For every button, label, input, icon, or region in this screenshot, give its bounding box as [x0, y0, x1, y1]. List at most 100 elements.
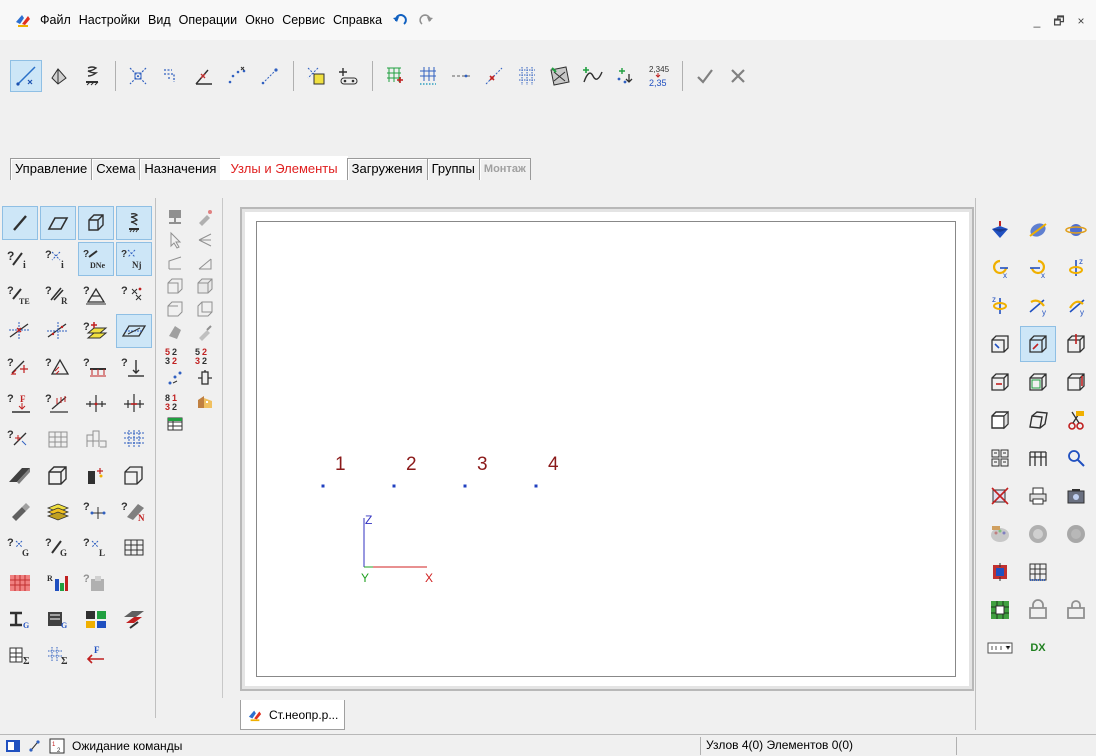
column-load-icon[interactable]	[78, 458, 114, 492]
spring-element-icon[interactable]	[116, 206, 152, 240]
frame-view-icon[interactable]	[1020, 440, 1056, 476]
dotted-grid-icon[interactable]	[116, 422, 152, 456]
no-selection-icon[interactable]	[982, 478, 1018, 514]
scale-selector-icon[interactable]	[982, 630, 1018, 666]
fragment-icon[interactable]	[982, 554, 1018, 590]
view-back-icon[interactable]	[1058, 364, 1094, 400]
view-rotated-icon[interactable]	[1020, 402, 1056, 438]
rotate-3d-icon[interactable]	[1020, 212, 1056, 248]
menu-service[interactable]: Сервис	[278, 10, 329, 30]
triangle-outline-2-icon[interactable]	[161, 252, 189, 274]
tab-groups[interactable]: Группы	[426, 158, 480, 180]
query-bar-i-icon[interactable]: ? i	[2, 242, 38, 276]
select-node-icon[interactable]	[300, 60, 332, 92]
table-icon[interactable]	[161, 413, 189, 435]
divide-line-icon[interactable]	[188, 60, 220, 92]
layer-stack-icon[interactable]	[40, 494, 76, 528]
menu-window[interactable]: Окно	[241, 10, 278, 30]
dashed-line-icon[interactable]	[445, 60, 477, 92]
planet-icon[interactable]	[1058, 212, 1094, 248]
split-plate-icon[interactable]	[116, 314, 152, 348]
beam-3d-icon[interactable]	[2, 458, 38, 492]
paint-brush-icon[interactable]	[2, 494, 38, 528]
split-view-icon[interactable]	[982, 440, 1018, 476]
query-distributed-icon[interactable]: ?	[40, 386, 76, 420]
query-down-arrow-icon[interactable]: ?	[116, 350, 152, 384]
sum-table-icon[interactable]: Σ	[2, 638, 38, 672]
cross-node-icon[interactable]	[478, 60, 510, 92]
rotate-x-back-icon[interactable]: x	[1020, 250, 1056, 286]
query-g-nodes-icon[interactable]: ? G	[2, 530, 38, 564]
query-force-f-icon[interactable]: ? F	[2, 386, 38, 420]
plug-icon[interactable]	[191, 367, 219, 389]
stiffness-g-icon[interactable]: G	[40, 602, 76, 636]
cursor-icon[interactable]	[161, 229, 189, 251]
node-coords-icon[interactable]	[254, 60, 286, 92]
palette-icon[interactable]	[982, 516, 1018, 552]
box-3d-icon[interactable]	[40, 458, 76, 492]
query-arrow-bar-icon[interactable]: ?	[2, 350, 38, 384]
query-numbers-icon[interactable]: 8132	[161, 390, 189, 412]
query-nodes-link-icon[interactable]: ?	[78, 494, 114, 528]
query-nodes-grid-icon[interactable]: ?	[116, 278, 152, 312]
triangle-outline-icon[interactable]	[191, 229, 219, 251]
curve-icon[interactable]	[577, 60, 609, 92]
status-model-icon[interactable]	[4, 737, 22, 755]
query-r-icon[interactable]: ? R	[40, 278, 76, 312]
model-node[interactable]: 4	[534, 454, 560, 488]
merge-nodes-icon[interactable]	[155, 60, 187, 92]
grid-generate-icon[interactable]	[379, 60, 411, 92]
query-g-bar-icon[interactable]: ? G	[40, 530, 76, 564]
view-solid-icon[interactable]	[982, 402, 1018, 438]
table-grid-icon[interactable]	[116, 530, 152, 564]
solid-element-icon[interactable]	[78, 206, 114, 240]
dx-button[interactable]: DX	[1020, 630, 1056, 666]
cube-outline-icon[interactable]	[161, 275, 189, 297]
menu-settings[interactable]: Настройки	[75, 10, 144, 30]
query-n-icon[interactable]: ? N	[116, 494, 152, 528]
force-arrow-icon[interactable]: F	[78, 638, 114, 672]
grid-points-icon[interactable]	[412, 60, 444, 92]
model-node[interactable]: 1	[321, 454, 346, 488]
building-mesh-icon[interactable]	[78, 422, 114, 456]
query-local-axes-icon[interactable]: ?	[2, 422, 38, 456]
stamp-icon[interactable]	[161, 206, 189, 228]
query-dne-icon[interactable]: ? DNe	[78, 242, 114, 276]
numbering-icon[interactable]: 2,345 2,35	[643, 60, 675, 92]
sphere-icon[interactable]	[1020, 516, 1056, 552]
document-tab[interactable]: Ст.неопр.р...	[240, 700, 346, 730]
node-point[interactable]	[534, 484, 538, 488]
cross-support-icon[interactable]	[78, 386, 114, 420]
menu-help[interactable]: Справка	[329, 10, 386, 30]
node-point[interactable]	[392, 484, 396, 488]
menu-view[interactable]: Вид	[144, 10, 175, 30]
query-truss-icon[interactable]: ?	[78, 278, 114, 312]
model-canvas[interactable]: 1 2 3 4 Z Y X	[256, 221, 956, 677]
hinge-icon[interactable]	[116, 602, 152, 636]
query-triangle-icon[interactable]: ?	[40, 350, 76, 384]
query-node-i-icon[interactable]: ? i	[40, 242, 76, 276]
rotate-z-icon[interactable]: z	[1058, 250, 1094, 286]
node-numbers-icon[interactable]: 5232	[161, 344, 189, 366]
cube-outline-2-icon[interactable]	[191, 275, 219, 297]
tab-assignments[interactable]: Назначения	[139, 158, 222, 180]
bar-element-icon[interactable]	[2, 206, 38, 240]
tab-scheme[interactable]: Схема	[91, 158, 141, 180]
plate-element-icon[interactable]	[40, 206, 76, 240]
model-node[interactable]: 3	[463, 454, 488, 488]
delete-node-icon[interactable]	[122, 60, 154, 92]
cross-support-2-icon[interactable]	[116, 386, 152, 420]
print-icon[interactable]	[1020, 478, 1056, 514]
undo-icon[interactable]	[392, 12, 410, 28]
menu-operations[interactable]: Операции	[175, 10, 241, 30]
apply-icon[interactable]	[689, 60, 721, 92]
node-point[interactable]	[463, 484, 467, 488]
tab-nodes-elements[interactable]: Узлы и Элементы	[220, 156, 348, 180]
redo-icon[interactable]	[416, 12, 434, 28]
connect-elements-icon[interactable]	[333, 60, 365, 92]
rotate-x-icon[interactable]: x	[982, 250, 1018, 286]
sphere-dark-icon[interactable]	[1058, 516, 1094, 552]
building-color-icon[interactable]	[191, 390, 219, 412]
zoom-icon[interactable]	[1058, 440, 1094, 476]
sum-grid-icon[interactable]: Σ	[40, 638, 76, 672]
